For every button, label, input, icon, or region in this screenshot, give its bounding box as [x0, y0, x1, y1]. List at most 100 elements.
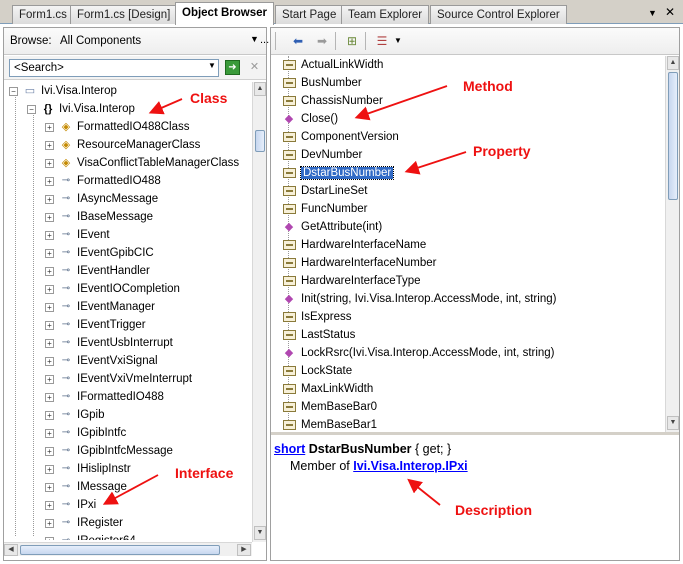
member-item[interactable]: ActualLinkWidth [281, 56, 383, 74]
scroll-up-icon[interactable]: ▲ [254, 82, 266, 96]
expand-icon[interactable]: + [45, 356, 54, 366]
tree-item[interactable]: + ⊸ IGpibIntfcMessage [45, 442, 173, 460]
tree-item[interactable]: + ◈ FormattedIO488Class [45, 118, 190, 136]
expand-icon[interactable]: + [45, 482, 54, 492]
pane-splitter[interactable] [271, 432, 679, 435]
member-item[interactable]: HardwareInterfaceName [281, 236, 426, 254]
expand-icon[interactable]: + [45, 158, 54, 168]
tab-team-explorer[interactable]: Team Explorer [341, 5, 430, 24]
close-tab-icon[interactable]: ✕ [665, 5, 675, 19]
tree-item[interactable]: + ⊸ IEventUsbInterrupt [45, 334, 173, 352]
add-to-references-icon[interactable]: ⊞ [343, 33, 361, 49]
member-item[interactable]: LastStatus [281, 326, 355, 344]
member-item[interactable]: ◆ LockRsrc(Ivi.Visa.Interop.AccessMode, i… [281, 344, 555, 362]
member-item[interactable]: ComponentVersion [281, 128, 399, 146]
tree-item[interactable]: + ⊸ IFormattedIO488 [45, 388, 164, 406]
expand-icon[interactable]: + [45, 194, 54, 204]
expand-icon[interactable]: + [45, 248, 54, 258]
tree-vertical-scrollbar[interactable]: ▲ ▼ [252, 82, 266, 542]
expand-icon[interactable]: + [45, 374, 54, 384]
expand-icon[interactable]: + [45, 140, 54, 150]
expand-icon[interactable]: + [45, 428, 54, 438]
member-item[interactable]: DevNumber [281, 146, 362, 164]
search-go-icon[interactable]: ➜ [225, 60, 240, 75]
scroll-down-icon[interactable]: ▼ [254, 526, 266, 540]
tree-item[interactable]: + ⊸ IEventManager [45, 298, 155, 316]
member-item[interactable]: ◆ Init(string, Ivi.Visa.Interop.AccessMod… [281, 290, 557, 308]
expand-icon[interactable]: + [45, 518, 54, 528]
scroll-left-icon[interactable]: ◀ [4, 544, 18, 556]
member-item[interactable]: FuncNumber [281, 200, 367, 218]
edit-custom-component-set-button[interactable]: ... [260, 34, 269, 46]
scroll-thumb[interactable] [255, 130, 265, 152]
tree-item[interactable]: + ⊸ FormattedIO488 [45, 172, 161, 190]
tree-item[interactable]: + ⊸ IBaseMessage [45, 208, 153, 226]
tab-list-dropdown-icon[interactable]: ▼ [648, 8, 657, 18]
collapse-icon[interactable]: − [9, 86, 18, 96]
expand-icon[interactable]: + [45, 446, 54, 456]
expand-icon[interactable]: + [45, 176, 54, 186]
search-input[interactable] [9, 59, 219, 77]
scroll-up-icon[interactable]: ▲ [667, 56, 679, 70]
back-arrow-icon[interactable]: ⬅ [289, 33, 307, 49]
member-item[interactable]: BusNumber [281, 74, 362, 92]
tree-item[interactable]: + ⊸ IRegister [45, 514, 123, 532]
tab-source-control-explorer[interactable]: Source Control Explorer [430, 5, 567, 24]
tab-form1-cs[interactable]: Form1.cs [12, 5, 74, 24]
tab-form1-design[interactable]: Form1.cs [Design] [70, 5, 178, 24]
member-item[interactable]: HardwareInterfaceType [281, 272, 421, 290]
member-item[interactable]: LockState [281, 362, 352, 380]
tree-item[interactable]: + ⊸ IEventGpibCIC [45, 244, 154, 262]
expand-icon[interactable]: + [45, 536, 54, 540]
chevron-down-icon[interactable]: ▼ [389, 33, 407, 49]
tree-node-assembly[interactable]: − ▭ Ivi.Visa.Interop [9, 82, 117, 100]
member-item[interactable]: MaxLinkWidth [281, 380, 373, 398]
expand-icon[interactable]: + [45, 464, 54, 474]
scroll-right-icon[interactable]: ▶ [237, 544, 251, 556]
tree-item[interactable]: + ⊸ IEventHandler [45, 262, 150, 280]
tree-item[interactable]: + ⊸ IAsyncMessage [45, 190, 158, 208]
expand-icon[interactable]: + [45, 212, 54, 222]
tree-item[interactable]: + ⊸ IEventVxiVmeInterrupt [45, 370, 192, 388]
tree-item[interactable]: + ◈ VisaConflictTableManagerClass [45, 154, 239, 172]
expand-icon[interactable]: + [45, 500, 54, 510]
tree-item[interactable]: + ⊸IRegister64 [45, 532, 136, 540]
members-vertical-scrollbar[interactable]: ▲ ▼ [665, 56, 679, 432]
expand-icon[interactable]: + [45, 392, 54, 402]
tab-start-page[interactable]: Start Page [275, 5, 344, 24]
browse-scope-dropdown[interactable]: All Components [60, 35, 141, 47]
scroll-down-icon[interactable]: ▼ [667, 416, 679, 430]
scroll-thumb[interactable] [668, 72, 678, 200]
expand-icon[interactable]: + [45, 410, 54, 420]
expand-icon[interactable]: + [45, 338, 54, 348]
forward-arrow-icon[interactable]: ➡ [313, 33, 331, 49]
member-item[interactable]: ◆ Close() [281, 110, 338, 128]
member-item[interactable]: HardwareInterfaceNumber [281, 254, 437, 272]
member-item[interactable]: IsExpress [281, 308, 352, 326]
tree-item[interactable]: + ⊸ IEventTrigger [45, 316, 146, 334]
tab-object-browser[interactable]: Object Browser [175, 2, 274, 25]
member-item[interactable]: DstarBusNumber [281, 164, 395, 182]
member-item[interactable]: ◆ GetAttribute(int) [281, 218, 382, 236]
tree-item[interactable]: + ⊸ IEventVxiSignal [45, 352, 158, 370]
expand-icon[interactable]: + [45, 230, 54, 240]
tree-horizontal-scrollbar[interactable]: ◀ ▶ [4, 542, 252, 556]
search-history-dropdown-icon[interactable]: ▼ [208, 61, 216, 70]
member-item[interactable]: MemBaseBar0 [281, 398, 377, 416]
tree-node-namespace[interactable]: −{} Ivi.Visa.Interop [27, 100, 135, 118]
clear-search-icon[interactable]: ✕ [247, 60, 262, 75]
tree-item[interactable]: + ⊸ IPxi [45, 496, 96, 514]
expand-icon[interactable]: + [45, 122, 54, 132]
tree-item[interactable]: + ⊸ IEventIOCompletion [45, 280, 180, 298]
chevron-down-icon[interactable]: ▼ [250, 34, 259, 44]
member-item[interactable]: ChassisNumber [281, 92, 383, 110]
containing-type-link[interactable]: Ivi.Visa.Interop.IPxi [353, 459, 467, 473]
scroll-thumb[interactable] [20, 545, 220, 555]
expand-icon[interactable]: + [45, 320, 54, 330]
expand-icon[interactable]: + [45, 284, 54, 294]
tree-item[interactable]: + ⊸ IHislipInstr [45, 460, 131, 478]
tree-item[interactable]: + ◈ ResourceManagerClass [45, 136, 200, 154]
tree-item[interactable]: + ⊸ IMessage [45, 478, 127, 496]
tree-item[interactable]: + ⊸ IGpib [45, 406, 105, 424]
member-item[interactable]: MemBaseBar1 [281, 416, 377, 430]
